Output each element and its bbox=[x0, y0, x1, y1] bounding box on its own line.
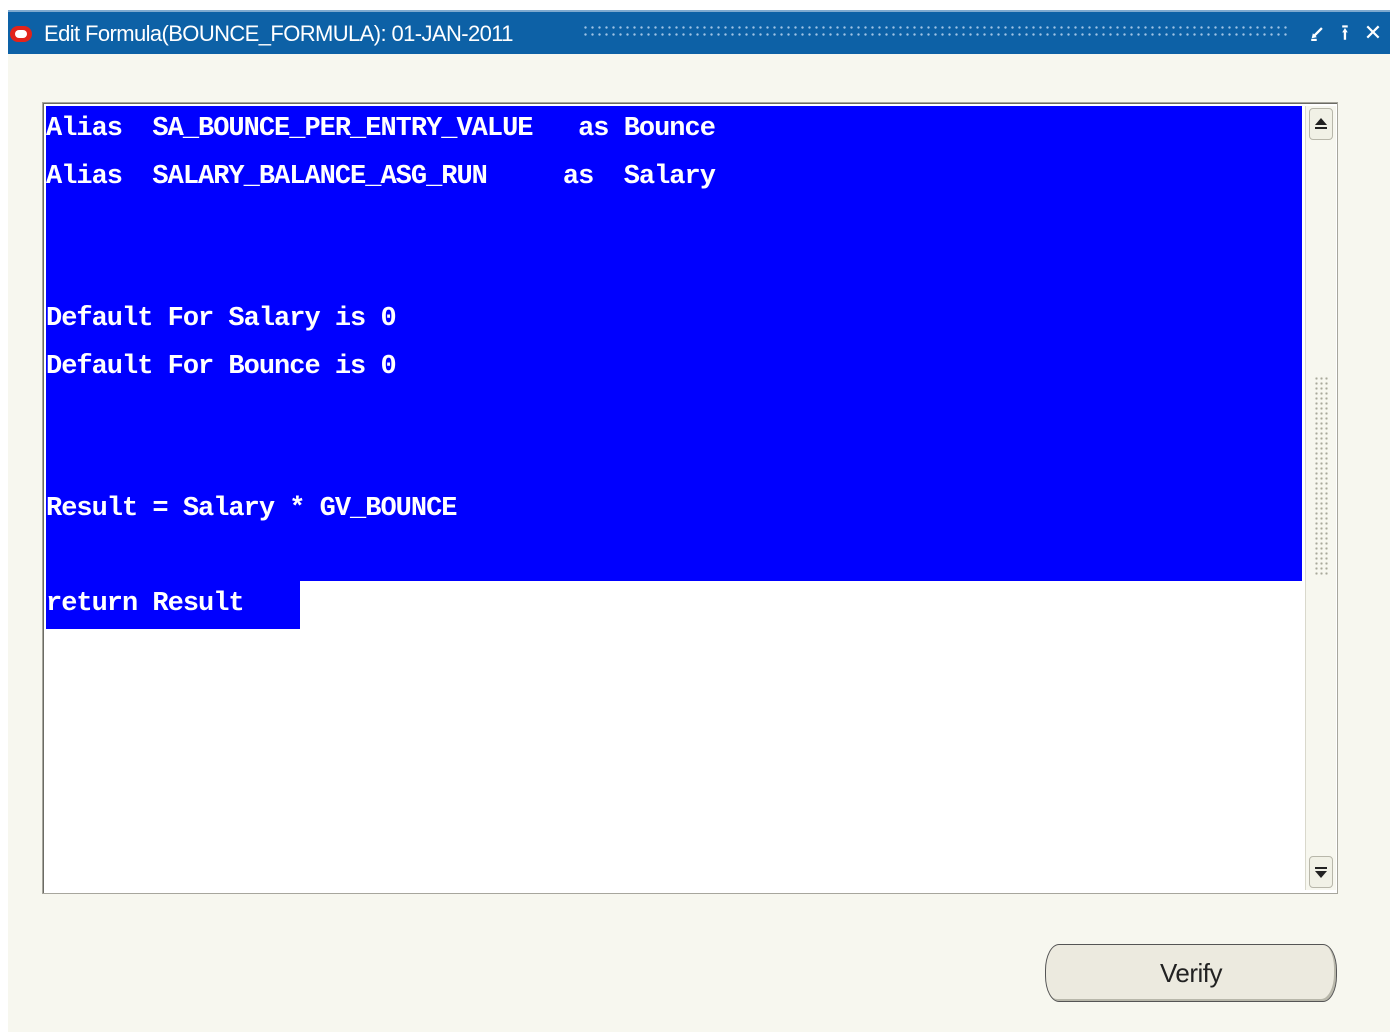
code-line: Default For Salary is 0 bbox=[46, 296, 1302, 344]
code-line: return Result bbox=[46, 581, 300, 629]
scroll-down-button[interactable] bbox=[1309, 856, 1333, 888]
vertical-scrollbar[interactable] bbox=[1305, 106, 1336, 890]
close-icon[interactable]: ✕ bbox=[1360, 19, 1386, 47]
oracle-logo-icon bbox=[10, 26, 32, 42]
edit-formula-window: Edit Formula(BOUNCE_FORMULA): 01-JAN-201… bbox=[8, 10, 1390, 1032]
code-line: Alias SA_BOUNCE_PER_ENTRY_VALUE as Bounc… bbox=[46, 106, 1302, 154]
title-bar-grip bbox=[582, 24, 1290, 40]
code-line bbox=[46, 438, 1302, 486]
code-line bbox=[46, 201, 1302, 249]
code-line bbox=[46, 248, 1302, 296]
title-bar-highlight bbox=[8, 10, 1390, 12]
code-line: Alias SALARY_BALANCE_ASG_RUN as Salary bbox=[46, 153, 1302, 201]
verify-button[interactable]: Verify bbox=[1045, 944, 1337, 1002]
code-line bbox=[46, 391, 1302, 439]
scroll-thumb[interactable] bbox=[1314, 376, 1328, 576]
arrow-down-icon bbox=[1315, 867, 1327, 878]
formula-editor[interactable]: Alias SA_BOUNCE_PER_ENTRY_VALUE as Bounc… bbox=[42, 102, 1338, 894]
title-bar[interactable]: Edit Formula(BOUNCE_FORMULA): 01-JAN-201… bbox=[8, 10, 1390, 54]
window-title: Edit Formula(BOUNCE_FORMULA): 01-JAN-201… bbox=[44, 21, 514, 46]
formula-text-area[interactable]: Alias SA_BOUNCE_PER_ENTRY_VALUE as Bounc… bbox=[46, 106, 1302, 890]
arrow-up-icon bbox=[1315, 118, 1327, 129]
minimize-icon[interactable]: ⭹ bbox=[1304, 19, 1330, 47]
maximize-icon[interactable]: ⭱ bbox=[1332, 19, 1358, 47]
code-line: Result = Salary * GV_BOUNCE bbox=[46, 486, 1302, 534]
code-line: Default For Bounce is 0 bbox=[46, 343, 1302, 391]
code-line bbox=[46, 533, 1302, 581]
scroll-up-button[interactable] bbox=[1309, 108, 1333, 140]
formula-code: Alias SA_BOUNCE_PER_ENTRY_VALUE as Bounc… bbox=[46, 106, 1302, 629]
